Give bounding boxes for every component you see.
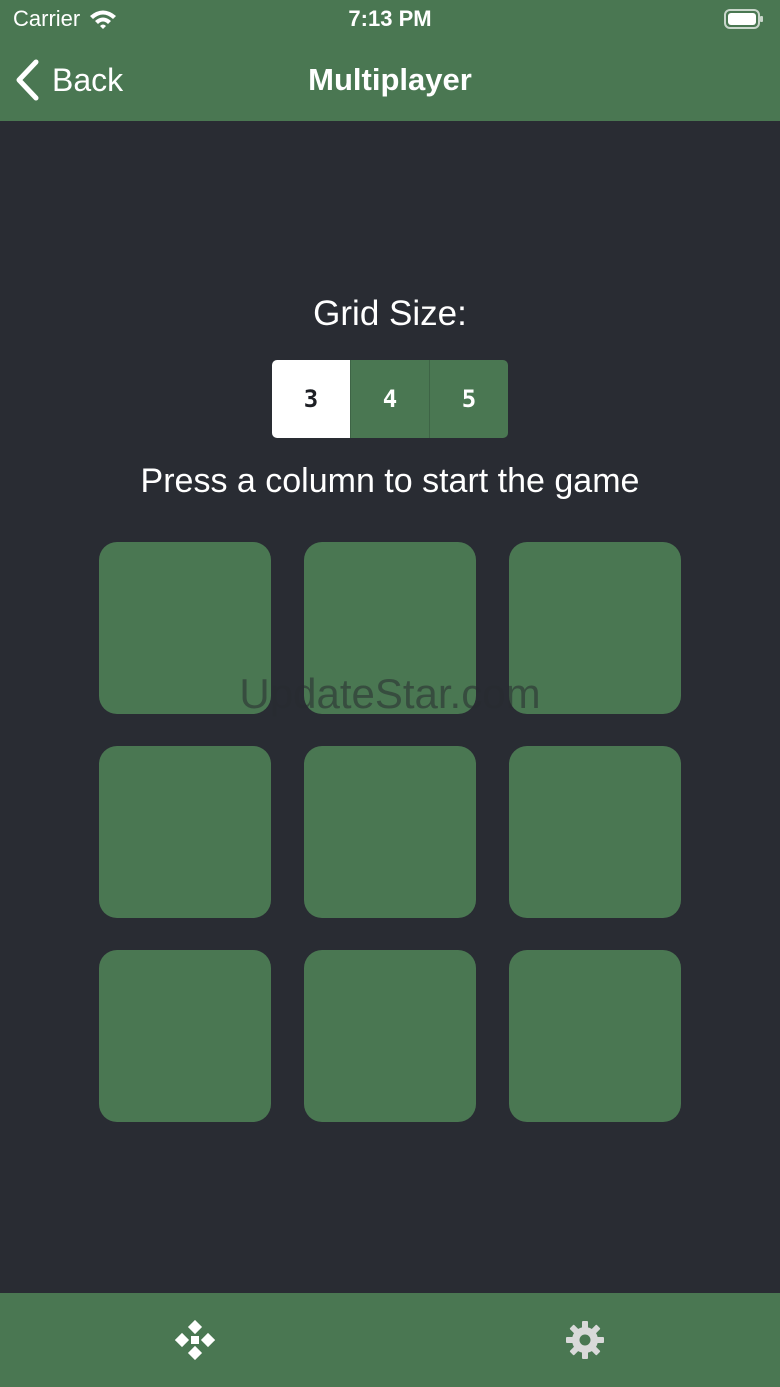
board-cell[interactable] [304,746,476,918]
board-cell[interactable] [509,542,681,714]
board-cell[interactable] [509,746,681,918]
status-time: 7:13 PM [348,6,432,31]
top-bar: Carrier 7:13 PM Back Multiplayer [0,0,780,121]
board-cell[interactable] [509,950,681,1122]
game-board [99,542,681,1123]
board-cell[interactable] [304,542,476,714]
board-cell[interactable] [99,542,271,714]
grid-size-selector: 3 4 5 [272,360,508,438]
battery-icon [724,9,763,29]
page-title: Multiplayer [308,62,472,97]
gamepad-icon [175,1320,215,1360]
status-bar: Carrier 7:13 PM [0,0,780,40]
instruction-text: Press a column to start the game [140,462,640,500]
grid-size-option-5[interactable]: 5 [429,360,508,438]
board-cell[interactable] [99,746,271,918]
grid-size-option-3[interactable]: 3 [272,360,350,438]
board-cell[interactable] [99,950,271,1122]
gear-icon [566,1321,604,1359]
grid-size-label: Grid Size: [313,294,467,333]
tab-game[interactable] [0,1293,390,1387]
tab-settings[interactable] [390,1293,780,1387]
tab-bar [0,1293,780,1387]
grid-size-option-4[interactable]: 4 [350,360,429,438]
navigation-bar: Back Multiplayer [0,40,780,121]
board-cell[interactable] [304,950,476,1122]
